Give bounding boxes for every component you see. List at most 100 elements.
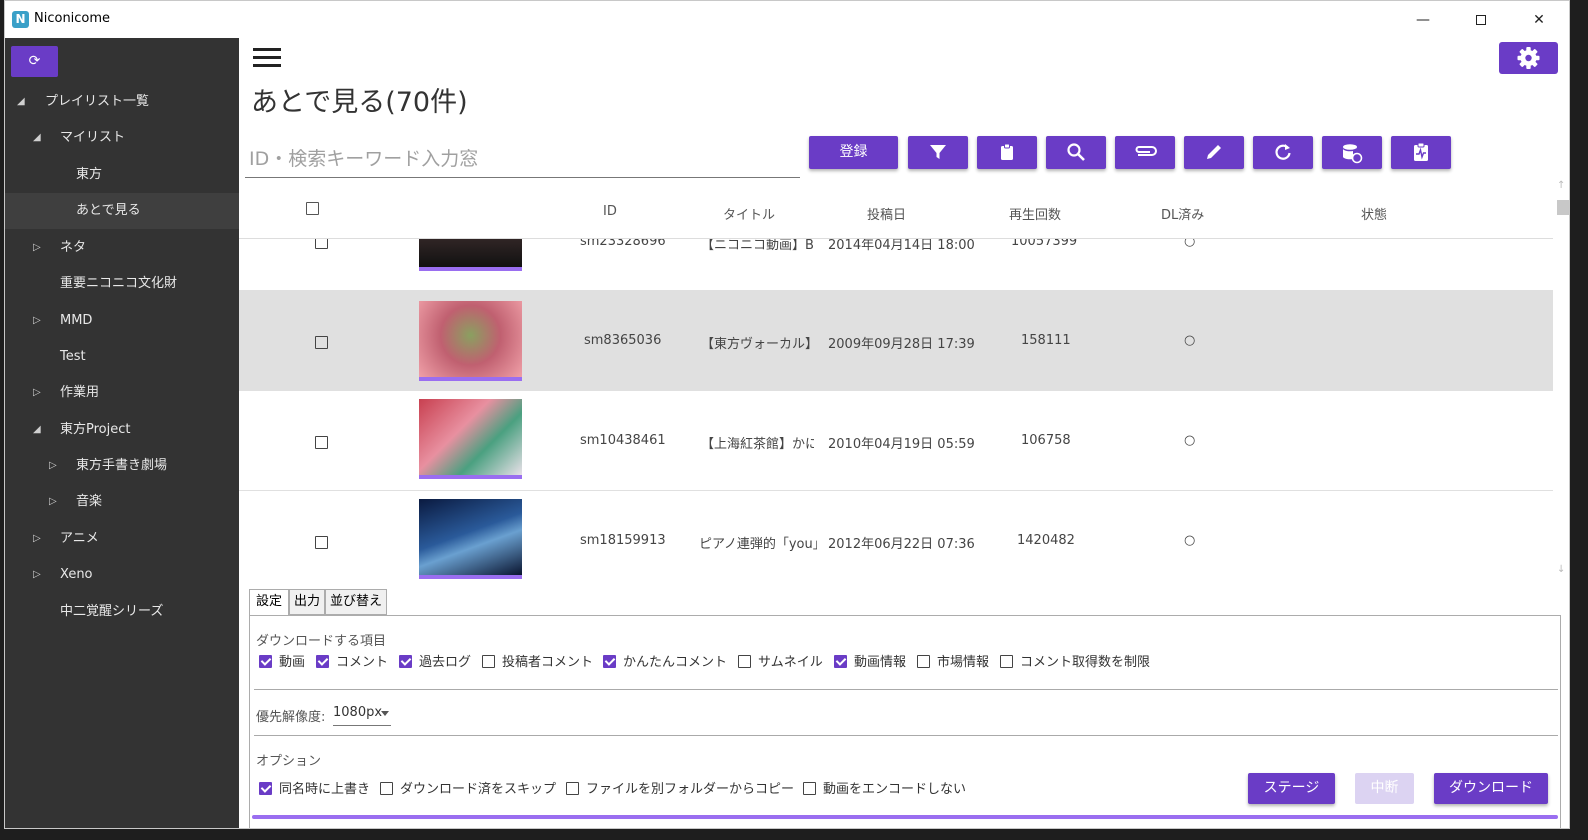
checkbox-box[interactable] (259, 782, 272, 795)
scroll-up-icon[interactable]: ↑ (1557, 180, 1565, 191)
sidebar-item-anime[interactable]: ▷ アニメ (5, 521, 239, 557)
checkbox-box[interactable] (316, 655, 329, 668)
download-button[interactable]: ダウンロード (1434, 773, 1548, 804)
expanded-arrow-icon[interactable]: ◢ (33, 120, 41, 156)
checkbox-box[interactable] (566, 782, 579, 795)
expanded-arrow-icon[interactable]: ◢ (17, 84, 25, 120)
skip-downloaded-checkbox[interactable]: ダウンロード済をスキップ (380, 781, 556, 799)
download-video-checkbox[interactable]: 動画 (259, 654, 305, 672)
refresh-button[interactable] (1253, 136, 1313, 169)
collapsed-arrow-icon[interactable]: ▷ (33, 557, 41, 593)
refresh-playlists-button[interactable]: ⟳ (11, 46, 58, 77)
download-easy-comment-checkbox[interactable]: かんたんコメント (603, 654, 727, 672)
clipboard-button[interactable] (977, 136, 1037, 169)
checkbox-box[interactable] (917, 655, 930, 668)
scroll-thumb[interactable] (1557, 200, 1569, 215)
menu-button[interactable] (253, 48, 281, 70)
checkbox-box[interactable] (1000, 655, 1013, 668)
download-log-checkbox[interactable]: 過去ログ (399, 654, 471, 672)
table-row[interactable]: sm18159913 ピアノ連弾的「you」 2012年06月22日 07:36… (239, 491, 1553, 581)
window-title: Niconicome (34, 11, 111, 26)
sidebar-item-touhou[interactable]: 東方 (5, 157, 239, 193)
collapsed-arrow-icon[interactable]: ▷ (33, 230, 41, 266)
checkbox-box[interactable] (834, 655, 847, 668)
sidebar-item-touhou-project[interactable]: ◢ 東方Project (5, 412, 239, 448)
sidebar-item-test[interactable]: Test (5, 339, 239, 375)
search-button[interactable] (1046, 136, 1106, 169)
tab-settings[interactable]: 設定 (249, 589, 289, 616)
minimize-button[interactable]: — (1403, 7, 1443, 33)
tab-output[interactable]: 出力 (289, 589, 325, 615)
collapsed-arrow-icon[interactable]: ▷ (49, 484, 57, 520)
table-row[interactable]: sm23328696 【ニコニコ動画】BI 2014年04月14日 18:00 … (239, 239, 1553, 291)
checkbox-box[interactable] (803, 782, 816, 795)
checkbox-box[interactable] (380, 782, 393, 795)
row-checkbox[interactable] (315, 536, 328, 549)
download-comment-checkbox[interactable]: コメント (316, 654, 388, 672)
search-input[interactable] (245, 140, 800, 178)
edit-button[interactable] (1184, 136, 1244, 169)
sidebar-item-neta[interactable]: ▷ ネタ (5, 230, 239, 266)
sidebar-item-mmd[interactable]: ▷ MMD (5, 303, 239, 339)
overwrite-checkbox[interactable]: 同名時に上書き (259, 781, 370, 799)
column-header-date[interactable]: 投稿日 (867, 204, 906, 223)
list-scrollbar[interactable]: ↑ ↓ (1553, 180, 1569, 580)
column-header-downloaded[interactable]: DL済み (1161, 204, 1204, 223)
select-all-checkbox[interactable] (306, 202, 319, 215)
copy-from-folder-checkbox[interactable]: ファイルを別フォルダーからコピー (566, 781, 794, 799)
refresh-icon: ⟳ (28, 53, 41, 69)
sidebar-item-important-nico[interactable]: 重要ニコニコ文化財 (5, 266, 239, 302)
column-header-id[interactable]: ID (603, 204, 617, 219)
checkbox-box[interactable] (738, 655, 751, 668)
maximize-button[interactable] (1461, 7, 1501, 33)
sidebar-item-xeno[interactable]: ▷ Xeno (5, 557, 239, 593)
download-market-info-checkbox[interactable]: 市場情報 (917, 654, 989, 672)
collapsed-arrow-icon[interactable]: ▷ (49, 448, 57, 484)
limit-comment-count-checkbox[interactable]: コメント取得数を制限 (1000, 654, 1150, 672)
column-header-title[interactable]: タイトル (723, 204, 775, 223)
resolution-select[interactable]: 1080px (333, 700, 391, 726)
collapsed-arrow-icon[interactable]: ▷ (33, 303, 41, 339)
sidebar-item-music[interactable]: ▷ 音楽 (5, 484, 239, 520)
collapsed-arrow-icon[interactable]: ▷ (33, 521, 41, 557)
row-checkbox[interactable] (315, 336, 328, 349)
column-header-status[interactable]: 状態 (1361, 204, 1387, 223)
sidebar-item-mylist[interactable]: ◢ マイリスト (5, 120, 239, 156)
row-checkbox[interactable] (315, 436, 328, 449)
sidebar-item-watch-later[interactable]: あとで見る (5, 193, 239, 229)
checkbox-box[interactable] (482, 655, 495, 668)
row-checkbox[interactable] (315, 239, 328, 249)
close-button[interactable]: ✕ (1519, 7, 1559, 33)
collapsed-arrow-icon[interactable]: ▷ (33, 375, 41, 411)
sidebar-item-work[interactable]: ▷ 作業用 (5, 375, 239, 411)
scroll-down-icon[interactable]: ↓ (1557, 564, 1565, 575)
maximize-icon (1476, 15, 1486, 25)
clipboard-pulse-button[interactable] (1391, 136, 1451, 169)
database-sync-button[interactable] (1322, 136, 1382, 169)
sidebar-item-touhou-handdrawn[interactable]: ▷ 東方手書き劇場 (5, 448, 239, 484)
tab-sort[interactable]: 並び替え (325, 589, 387, 615)
search-icon (1067, 143, 1085, 161)
expanded-arrow-icon[interactable]: ◢ (33, 412, 41, 448)
chevron-down-icon (381, 711, 389, 716)
checkbox-box[interactable] (399, 655, 412, 668)
abort-button[interactable]: 中断 (1355, 773, 1414, 804)
checkbox-box[interactable] (259, 655, 272, 668)
divider (254, 735, 1558, 736)
download-owner-comment-checkbox[interactable]: 投稿者コメント (482, 654, 593, 672)
attach-button[interactable] (1115, 136, 1175, 169)
sidebar-item-playlists[interactable]: ◢ プレイリスト一覧 (5, 84, 239, 120)
sidebar-item-chuni[interactable]: 中二覚醒シリーズ (5, 594, 239, 630)
filter-button[interactable] (908, 136, 968, 169)
checkbox-box[interactable] (603, 655, 616, 668)
column-header-views[interactable]: 再生回数 (1009, 204, 1061, 223)
download-thumbnail-checkbox[interactable]: サムネイル (738, 654, 823, 672)
download-video-info-checkbox[interactable]: 動画情報 (834, 654, 906, 672)
stage-button[interactable]: ステージ (1248, 773, 1335, 804)
table-row[interactable]: sm10438461 【上海紅茶館】かに 2010年04月19日 05:59 1… (239, 391, 1553, 491)
register-button[interactable]: 登録 (809, 136, 898, 169)
settings-button[interactable] (1499, 42, 1558, 74)
no-encode-checkbox[interactable]: 動画をエンコードしない (803, 781, 966, 799)
hamburger-icon-line (253, 56, 281, 59)
table-row[interactable]: sm8365036 【東方ヴォーカル】 2009年09月28日 17:39 15… (239, 291, 1553, 391)
